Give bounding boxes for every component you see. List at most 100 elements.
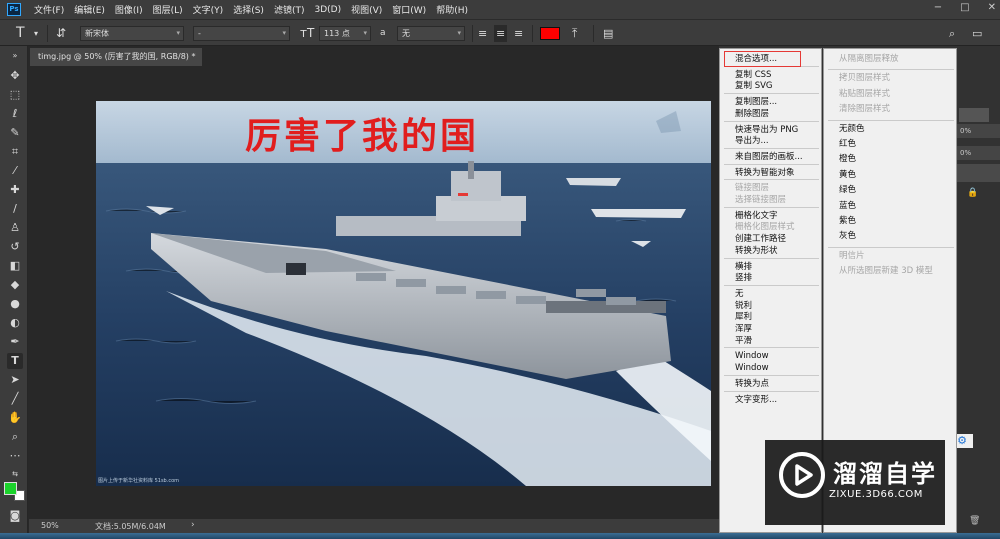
menu-item[interactable]: 锐利 bbox=[735, 300, 752, 312]
menu-item[interactable]: 黄色 bbox=[839, 169, 856, 181]
menu-item[interactable]: 横排 bbox=[735, 261, 752, 273]
menu-item[interactable]: 灰色 bbox=[839, 230, 856, 242]
healing-brush-tool-icon[interactable]: ✚ bbox=[7, 182, 23, 198]
menu-item: 选择链接图层 bbox=[735, 195, 787, 205]
font-family-select[interactable]: 新宋体 ▾ bbox=[80, 26, 184, 41]
menu-item[interactable]: 紫色 bbox=[839, 215, 856, 227]
menu-item[interactable]: 复制 SVG bbox=[735, 80, 773, 92]
quick-mask-icon[interactable]: ◙ bbox=[7, 508, 23, 524]
antialias-select[interactable]: 无 ▾ bbox=[397, 26, 465, 41]
panel-button[interactable] bbox=[959, 108, 989, 122]
menu-item[interactable]: 转换为形状 bbox=[735, 245, 778, 257]
foreground-color-swatch[interactable] bbox=[4, 482, 17, 495]
menu-item[interactable]: 创建工作路径 bbox=[735, 233, 786, 245]
menu-item[interactable]: 橙色 bbox=[839, 153, 856, 165]
search-icon[interactable]: ⌕ bbox=[949, 25, 955, 42]
more-tools-icon[interactable]: ⋯ bbox=[7, 448, 23, 464]
workspace-icon[interactable]: ▭ bbox=[972, 25, 982, 42]
menu-item[interactable]: 蓝色 bbox=[839, 200, 856, 212]
align-center-icon[interactable]: ≡ bbox=[494, 25, 508, 42]
menu-item[interactable]: 复制 CSS bbox=[735, 69, 771, 81]
menu-item[interactable]: 栅格化文字 bbox=[735, 210, 778, 222]
close-icon[interactable]: ✕ bbox=[988, 2, 996, 13]
font-size-icon: ᴛT bbox=[300, 26, 315, 40]
pen-tool-icon[interactable]: ✒ bbox=[7, 334, 23, 350]
font-style-select[interactable]: - ▾ bbox=[193, 26, 290, 41]
menu-item[interactable]: 犀利 bbox=[735, 311, 752, 323]
menu-item[interactable]: 竖排 bbox=[735, 272, 752, 284]
menu-edit[interactable]: 编辑(E) bbox=[69, 3, 110, 16]
menu-3d[interactable]: 3D(D) bbox=[309, 5, 346, 15]
menu-item[interactable]: 浑厚 bbox=[735, 323, 752, 335]
type-tool-icon[interactable]: T bbox=[16, 25, 25, 42]
history-brush-tool-icon[interactable]: ↺ bbox=[7, 239, 23, 255]
document-size-info: 文档:5.05M/6.04M bbox=[95, 522, 166, 531]
menu-item[interactable]: 复制图层... bbox=[735, 96, 777, 108]
toggle-orientation-icon[interactable]: ⇵ bbox=[56, 25, 66, 42]
menu-item[interactable]: 转换为智能对象 bbox=[735, 167, 795, 179]
crop-tool-icon[interactable]: ⌗ bbox=[7, 144, 23, 160]
document-tab[interactable]: timg.jpg @ 50% (厉害了我的国, RGB/8) * × bbox=[30, 48, 202, 79]
eyedropper-tool-icon[interactable]: ⁄ bbox=[7, 163, 23, 179]
menu-item[interactable]: 来自图层的画板... bbox=[735, 151, 803, 163]
menu-item[interactable]: 无 bbox=[735, 288, 744, 300]
menu-item[interactable]: Window bbox=[735, 362, 769, 374]
type-tool-icon[interactable]: T bbox=[7, 353, 23, 369]
hand-tool-icon[interactable]: ✋ bbox=[7, 410, 23, 426]
menu-item: 粘贴图层样式 bbox=[839, 88, 891, 99]
menu-item[interactable]: 导出为... bbox=[735, 135, 769, 147]
menu-item[interactable]: 文字变形... bbox=[735, 394, 777, 406]
lock-icon[interactable]: 🔒 bbox=[967, 188, 978, 198]
opacity-field[interactable]: 0% bbox=[957, 124, 1000, 138]
menu-separator bbox=[724, 93, 819, 95]
font-size-select[interactable]: 113 点 ▾ bbox=[319, 26, 371, 41]
lasso-tool-icon[interactable]: ℓ bbox=[7, 106, 23, 122]
move-tool-icon[interactable]: ✥ bbox=[7, 68, 23, 84]
maximize-icon[interactable]: □ bbox=[960, 2, 969, 13]
swap-colors-icon[interactable]: ⇆ bbox=[7, 466, 23, 482]
align-left-icon[interactable]: ≡ bbox=[478, 25, 487, 42]
menu-help[interactable]: 帮助(H) bbox=[431, 3, 473, 16]
menu-filter[interactable]: 滤镜(T) bbox=[269, 3, 310, 16]
menu-item[interactable]: 无颜色 bbox=[839, 123, 865, 135]
menu-select[interactable]: 选择(S) bbox=[228, 3, 269, 16]
align-right-icon[interactable]: ≡ bbox=[514, 25, 523, 42]
menu-image[interactable]: 图像(I) bbox=[110, 3, 148, 16]
dodge-tool-icon[interactable]: ◐ bbox=[7, 315, 23, 331]
zoom-tool-icon[interactable]: ⌕ bbox=[7, 429, 23, 445]
menu-file[interactable]: 文件(F) bbox=[29, 3, 69, 16]
menu-window[interactable]: 窗口(W) bbox=[387, 3, 431, 16]
layer-row[interactable] bbox=[957, 164, 1000, 182]
quick-select-tool-icon[interactable]: ✎ bbox=[7, 125, 23, 141]
menu-layer[interactable]: 图层(L) bbox=[148, 3, 188, 16]
menu-item[interactable]: 删除图层 bbox=[735, 108, 769, 120]
paint-bucket-tool-icon[interactable]: ◆ bbox=[7, 277, 23, 293]
menu-item[interactable]: 绿色 bbox=[839, 184, 856, 196]
clone-stamp-tool-icon[interactable]: ♙ bbox=[7, 220, 23, 236]
trash-icon[interactable]: 🗑 bbox=[969, 516, 980, 526]
zoom-level[interactable]: 50% bbox=[41, 521, 59, 530]
fill-field[interactable]: 0% bbox=[957, 146, 1000, 160]
menu-item[interactable]: 平滑 bbox=[735, 335, 752, 347]
menu-item[interactable]: 转换为点 bbox=[735, 378, 769, 390]
line-tool-icon[interactable]: ╱ bbox=[7, 391, 23, 407]
menu-item[interactable]: 红色 bbox=[839, 138, 856, 150]
menu-type[interactable]: 文字(Y) bbox=[188, 3, 229, 16]
eraser-tool-icon[interactable]: ◧ bbox=[7, 258, 23, 274]
chevron-down-icon: ▾ bbox=[176, 29, 180, 37]
warp-text-icon[interactable]: ⤒ bbox=[572, 25, 577, 42]
path-selection-tool-icon[interactable]: ➤ bbox=[7, 372, 23, 388]
minimize-icon[interactable]: − bbox=[934, 2, 942, 13]
menu-view[interactable]: 视图(V) bbox=[346, 3, 387, 16]
collapse-icon[interactable]: » bbox=[7, 48, 23, 64]
document-text-layer[interactable]: 厉害了我的国 bbox=[245, 107, 479, 159]
blur-tool-icon[interactable]: ● bbox=[7, 296, 23, 312]
character-panel-icon[interactable]: ▤ bbox=[603, 25, 613, 42]
tool-preset-chevron-icon[interactable]: ▾ bbox=[34, 25, 38, 42]
brush-tool-icon[interactable]: / bbox=[7, 201, 23, 217]
menu-item[interactable]: 快速导出为 PNG bbox=[735, 124, 798, 136]
text-color-swatch[interactable] bbox=[540, 27, 560, 40]
chevron-right-icon[interactable]: › bbox=[191, 520, 195, 530]
menu-item[interactable]: Window bbox=[735, 350, 769, 362]
marquee-tool-icon[interactable]: ⬚ bbox=[7, 87, 23, 103]
